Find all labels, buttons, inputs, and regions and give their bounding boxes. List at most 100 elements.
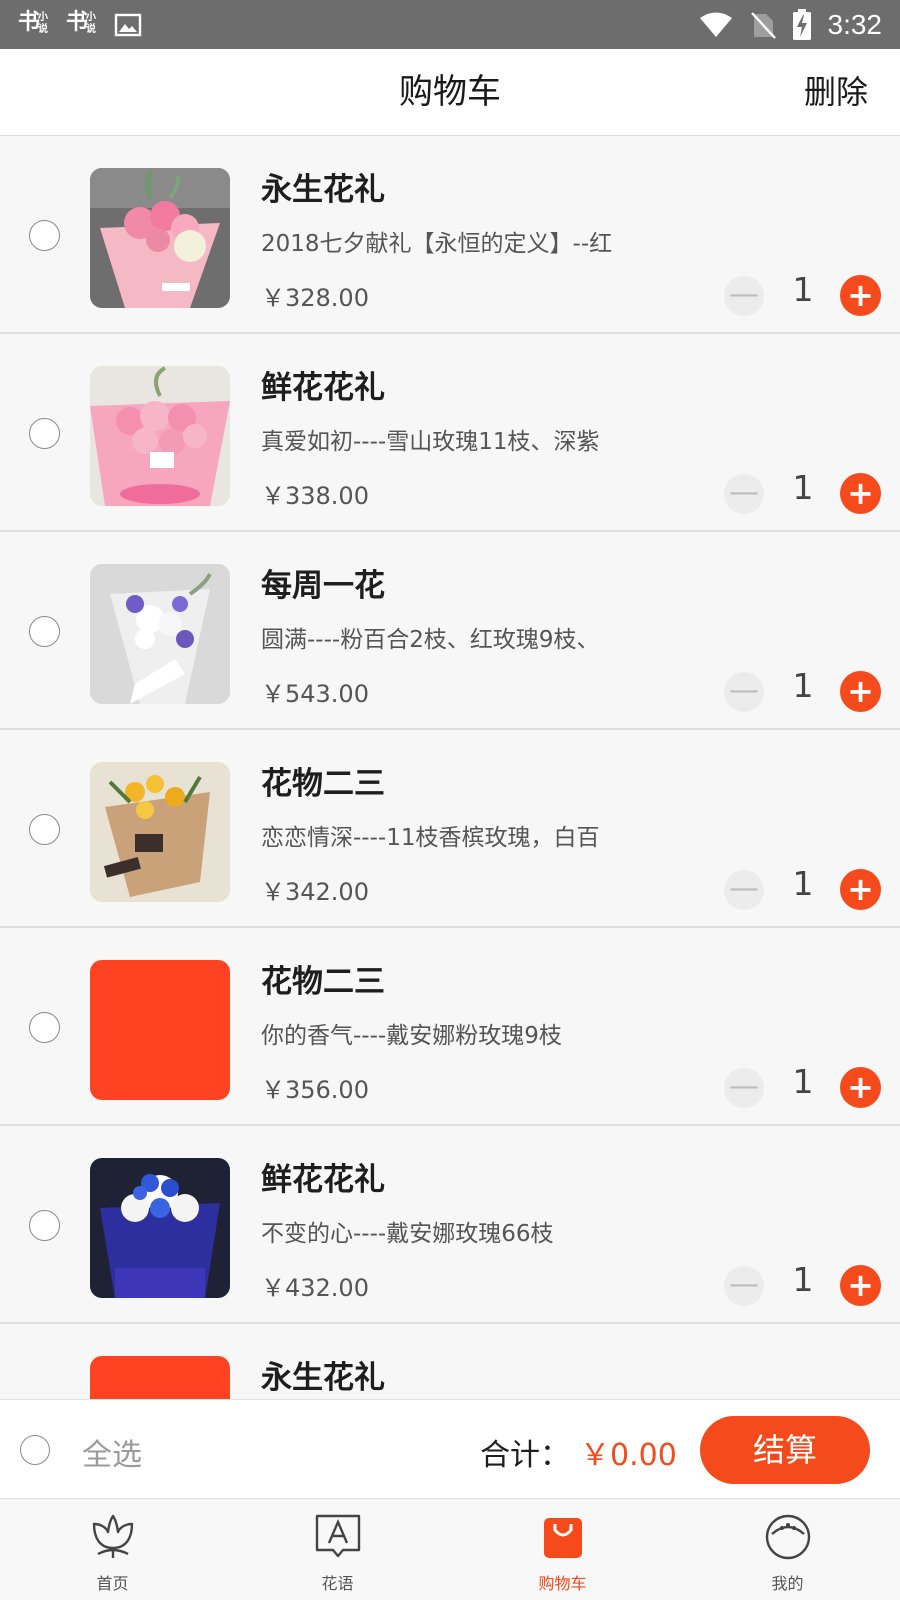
- status-system: 3:32: [698, 8, 883, 41]
- quantity-value: 1: [792, 666, 814, 705]
- product-title: 每周一花: [261, 568, 385, 604]
- quantity-decrease-button[interactable]: —: [724, 1068, 764, 1108]
- quantity-value: 1: [792, 1062, 814, 1101]
- product-price: ￥432.00: [261, 1274, 369, 1302]
- item-select-radio[interactable]: [29, 1012, 60, 1043]
- item-select-radio[interactable]: [29, 1210, 60, 1241]
- product-title: 鲜花花礼: [261, 1162, 385, 1198]
- clock: 3:32: [827, 8, 883, 40]
- product-description: 你的香气----戴安娜粉玫瑰9枝: [261, 1023, 562, 1049]
- tab-label: 首页: [96, 1574, 129, 1593]
- tab-flower-language[interactable]: 花语: [225, 1500, 450, 1600]
- cart-item[interactable]: 花物二三 恋恋情深----11枝香槟玫瑰，白百 ￥342.00 — 1 +: [0, 730, 900, 928]
- quantity-increase-button[interactable]: +: [840, 1265, 881, 1306]
- tab-mine[interactable]: 我的: [675, 1500, 900, 1600]
- tab-label: 购物车: [538, 1574, 587, 1593]
- yellow-bouquet-image: [90, 762, 230, 902]
- blue-white-bouquet-image: [90, 1158, 230, 1298]
- tab-cart[interactable]: 购物车: [450, 1500, 675, 1600]
- product-title: 花物二三: [261, 766, 385, 802]
- tab-label: 花语: [321, 1574, 354, 1593]
- product-price: ￥338.00: [261, 482, 369, 510]
- quantity-value: 1: [792, 270, 814, 309]
- product-description: 不变的心----戴安娜玫瑰66枝: [261, 1221, 554, 1247]
- quantity-increase-button[interactable]: +: [840, 671, 881, 712]
- select-all-label[interactable]: 全选: [82, 1430, 142, 1474]
- letter-a-card-icon: [315, 1514, 361, 1558]
- product-description: 圆满----粉百合2枝、红玫瑰9枝、: [261, 627, 600, 653]
- quantity-increase-button[interactable]: +: [840, 473, 881, 514]
- product-thumbnail[interactable]: [90, 1158, 230, 1298]
- novel-app-icon: 书 小 说: [66, 9, 100, 41]
- quantity-value: 1: [792, 468, 814, 507]
- product-thumbnail-placeholder[interactable]: [90, 1356, 230, 1399]
- face-icon: [765, 1514, 811, 1560]
- quantity-increase-button[interactable]: +: [840, 1067, 881, 1108]
- quantity-decrease-button[interactable]: —: [724, 1266, 764, 1306]
- cart-item[interactable]: 花物二三 你的香气----戴安娜粉玫瑰9枝 ￥356.00 — 1 +: [0, 928, 900, 1126]
- product-thumbnail-placeholder[interactable]: [90, 960, 230, 1100]
- quantity-decrease-button[interactable]: —: [724, 276, 764, 316]
- cart-item[interactable]: 每周一花 圆满----粉百合2枝、红玫瑰9枝、 ￥543.00 — 1 +: [0, 532, 900, 730]
- novel-app-icon: 书 小 说: [18, 9, 52, 41]
- product-price: ￥356.00: [261, 1076, 369, 1104]
- status-notifications: 书 小 说 书 小 说: [18, 9, 142, 41]
- app-icon-small-1: 小: [38, 11, 48, 23]
- delete-button[interactable]: 删除: [804, 49, 868, 136]
- app-icon-small-2: 说: [86, 23, 96, 35]
- product-thumbnail[interactable]: [90, 168, 230, 308]
- bottom-tab-bar: 首页 花语 购物车 我的: [0, 1500, 900, 1600]
- quantity-increase-button[interactable]: +: [840, 869, 881, 910]
- cart-item[interactable]: 永生花礼 2018七夕献礼【永恒的定义】--红 ￥328.00 — 1 +: [0, 136, 900, 334]
- product-description: 恋恋情深----11枝香槟玫瑰，白百: [261, 825, 600, 851]
- cart-item[interactable]: 鲜花花礼 真爱如初----雪山玫瑰11枝、深紫 ￥338.00 — 1 +: [0, 334, 900, 532]
- cart-item[interactable]: 永生花礼: [0, 1324, 900, 1399]
- pink-bouquet-image: [90, 168, 230, 308]
- wifi-icon: [699, 12, 732, 37]
- product-title: 永生花礼: [261, 1360, 385, 1396]
- battery-charging-icon: [792, 8, 811, 40]
- no-sim-icon: [750, 11, 776, 39]
- item-select-radio[interactable]: [29, 616, 60, 647]
- quantity-value: 1: [792, 864, 814, 903]
- product-price: ￥328.00: [261, 284, 369, 312]
- product-title: 永生花礼: [261, 172, 385, 208]
- white-purple-bouquet-image: [90, 564, 230, 704]
- total-amount: ￥0.00: [580, 1438, 677, 1473]
- cart-item[interactable]: 鲜花花礼 不变的心----戴安娜玫瑰66枝 ￥432.00 — 1 +: [0, 1126, 900, 1324]
- item-select-radio[interactable]: [29, 814, 60, 845]
- item-select-radio[interactable]: [29, 220, 60, 251]
- quantity-value: 1: [792, 1260, 814, 1299]
- select-all-radio[interactable]: [20, 1435, 50, 1465]
- cart-list[interactable]: 永生花礼 2018七夕献礼【永恒的定义】--红 ￥328.00 — 1 + 鲜花…: [0, 136, 900, 1399]
- app-icon-char: 书: [18, 8, 41, 35]
- product-thumbnail[interactable]: [90, 762, 230, 902]
- quantity-decrease-button[interactable]: —: [724, 870, 764, 910]
- shopping-bag-icon: [544, 1518, 582, 1558]
- status-bar: 书 小 说 书 小 说 3:32: [0, 0, 900, 49]
- page-title: 购物车: [399, 72, 501, 112]
- product-thumbnail[interactable]: [90, 564, 230, 704]
- product-title: 鲜花花礼: [261, 370, 385, 406]
- quantity-decrease-button[interactable]: —: [724, 474, 764, 514]
- product-thumbnail[interactable]: [90, 366, 230, 506]
- header: 购物车 删除: [0, 49, 900, 136]
- quantity-increase-button[interactable]: +: [840, 275, 881, 316]
- item-select-radio[interactable]: [29, 418, 60, 449]
- total-label: 合计：: [480, 1438, 570, 1473]
- app-icon-small-2: 说: [38, 23, 48, 35]
- tab-home[interactable]: 首页: [0, 1500, 225, 1600]
- tulip-icon: [92, 1514, 134, 1558]
- image-icon: [114, 13, 142, 36]
- quantity-decrease-button[interactable]: —: [724, 672, 764, 712]
- checkout-bar: 全选 合计： ￥0.00 结算: [0, 1399, 900, 1499]
- tab-label: 我的: [771, 1574, 804, 1593]
- checkout-button[interactable]: 结算: [700, 1416, 870, 1484]
- product-description: 2018七夕献礼【永恒的定义】--红: [261, 231, 613, 257]
- product-price: ￥342.00: [261, 878, 369, 906]
- product-title: 花物二三: [261, 964, 385, 1000]
- app-icon-char: 书: [66, 8, 89, 35]
- pink-rose-bouquet-image: [90, 366, 230, 506]
- product-description: 真爱如初----雪山玫瑰11枝、深紫: [261, 429, 600, 455]
- product-price: ￥543.00: [261, 680, 369, 708]
